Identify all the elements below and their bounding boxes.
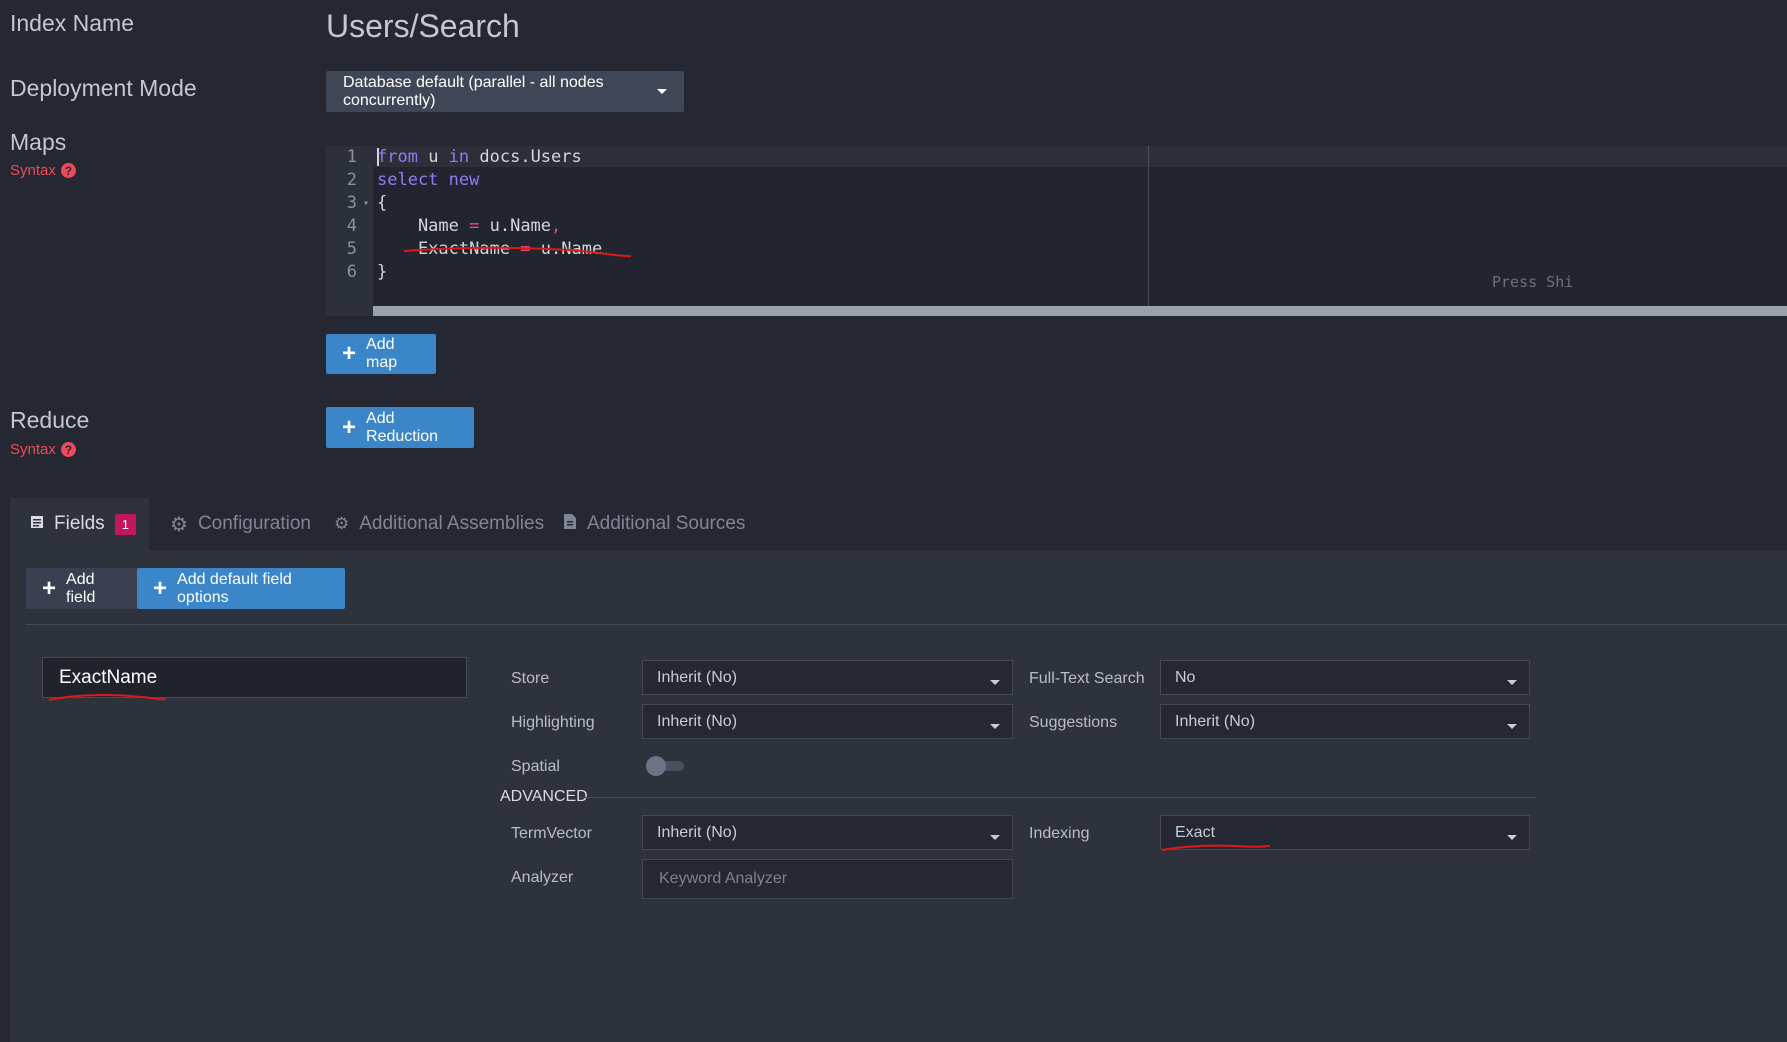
tab-additional-sources-label: Additional Sources — [587, 513, 746, 534]
code-line-6: } — [377, 262, 388, 282]
code-content: from u in docs.Users select new { Name =… — [377, 146, 602, 284]
deployment-mode-dropdown[interactable]: Database default (parallel - all nodes c… — [326, 71, 684, 112]
code-line-3: { — [377, 193, 388, 213]
plus-icon: + — [342, 340, 357, 367]
horizontal-scrollbar[interactable] — [373, 306, 1787, 316]
highlighting-value: Inherit (No) — [657, 712, 738, 730]
toggle-knob — [646, 756, 666, 776]
map-code-editor[interactable]: 1 2 3 ▾ 4 5 6 from u in docs.Users select… — [326, 146, 1787, 316]
line-number: 1 — [346, 147, 357, 167]
help-icon: ? — [60, 442, 76, 457]
divider — [26, 624, 1787, 625]
line-number: 2 — [346, 170, 357, 190]
suggestions-value: Inherit (No) — [1175, 712, 1256, 730]
reduce-label: Reduce — [10, 407, 90, 433]
caret-down-icon — [657, 89, 667, 94]
code-line-4: Name = u.Name, — [377, 216, 562, 236]
spatial-toggle[interactable] — [646, 756, 686, 776]
tab-fields[interactable]: Fields 1 — [10, 498, 149, 550]
syntax-label: Syntax — [10, 441, 56, 458]
tab-additional-assemblies-label: Additional Assemblies — [359, 513, 545, 534]
add-field-button[interactable]: + Add field — [26, 568, 137, 609]
gears-icon: ⚙ — [334, 514, 350, 533]
store-label: Store — [511, 670, 550, 687]
fields-count-badge: 1 — [114, 513, 136, 535]
line-number: 6 — [346, 262, 357, 282]
add-map-button[interactable]: + Add map — [326, 334, 436, 374]
editor-hint: Press Shi — [1492, 273, 1574, 291]
tab-additional-assemblies[interactable]: ⚙ Additional Assemblies — [334, 498, 544, 550]
store-value: Inherit (No) — [657, 668, 738, 686]
code-line-2: select new — [377, 170, 480, 190]
caret-down-icon — [990, 835, 1000, 840]
reduce-syntax-link[interactable]: Syntax ? — [10, 441, 76, 458]
store-select[interactable]: Inherit (No) — [642, 660, 1013, 695]
index-name-value: Users/Search — [326, 8, 520, 44]
line-number: 4 — [346, 216, 357, 236]
full-text-search-label: Full-Text Search — [1029, 670, 1145, 687]
advanced-section-title: ADVANCED — [500, 788, 588, 805]
caret-down-icon — [1507, 835, 1517, 840]
print-margin — [1148, 146, 1149, 306]
suggestions-select[interactable]: Inherit (No) — [1160, 704, 1530, 739]
add-map-label: Add map — [366, 336, 398, 371]
line-number: 3 — [346, 193, 357, 213]
add-reduction-button[interactable]: + Add Reduction — [326, 407, 474, 448]
tab-fields-label: Fields — [54, 513, 105, 534]
indexing-label: Indexing — [1029, 825, 1090, 842]
index-name-label: Index Name — [10, 10, 135, 36]
deployment-mode-value: Database default (parallel - all nodes c… — [343, 73, 604, 109]
plus-icon: + — [42, 574, 57, 602]
line-number: 5 — [346, 239, 357, 259]
tab-configuration[interactable]: ⚙ Configuration — [170, 498, 311, 550]
add-default-field-options-button[interactable]: + Add default field options — [137, 568, 345, 609]
suggestions-label: Suggestions — [1029, 714, 1118, 731]
add-reduction-label: Add Reduction — [366, 409, 439, 445]
help-icon: ? — [60, 163, 76, 178]
field-name-input[interactable]: ExactName — [42, 657, 467, 698]
tab-additional-sources[interactable]: Additional Sources — [563, 498, 745, 550]
list-icon — [30, 513, 44, 535]
add-default-field-options-label: Add default field options — [177, 570, 292, 606]
analyzer-label: Analyzer — [511, 869, 574, 886]
indexing-value: Exact — [1175, 823, 1216, 841]
spatial-label: Spatial — [511, 758, 560, 775]
termvector-select[interactable]: Inherit (No) — [642, 815, 1013, 850]
file-icon — [563, 513, 577, 536]
plus-icon: + — [153, 574, 168, 602]
code-line-1: from u in docs.Users — [377, 147, 582, 167]
full-text-search-select[interactable]: No — [1160, 660, 1530, 695]
tab-configuration-label: Configuration — [197, 513, 311, 534]
caret-down-icon — [990, 724, 1000, 729]
termvector-label: TermVector — [511, 825, 592, 842]
maps-syntax-link[interactable]: Syntax ? — [10, 162, 76, 179]
annotation-underline — [48, 694, 167, 701]
gear-icon: ⚙ — [170, 513, 188, 536]
termvector-value: Inherit (No) — [657, 823, 738, 841]
analyzer-placeholder: Keyword Analyzer — [659, 870, 788, 887]
analyzer-input[interactable]: Keyword Analyzer — [642, 859, 1013, 899]
advanced-divider — [580, 797, 1536, 798]
caret-down-icon — [1507, 680, 1517, 685]
annotation-underline — [403, 246, 632, 258]
highlighting-label: Highlighting — [511, 714, 595, 731]
deployment-mode-label: Deployment Mode — [10, 75, 197, 101]
caret-down-icon — [990, 680, 1000, 685]
full-text-search-value: No — [1175, 668, 1196, 686]
highlighting-select[interactable]: Inherit (No) — [642, 704, 1013, 739]
maps-label: Maps — [10, 129, 67, 155]
line-number-fold[interactable]: 3 ▾ — [326, 192, 369, 215]
editor-gutter: 1 2 3 ▾ 4 5 6 — [326, 146, 373, 316]
fold-arrow-icon[interactable]: ▾ — [363, 192, 369, 215]
syntax-label: Syntax — [10, 162, 56, 179]
annotation-underline — [1161, 844, 1271, 851]
add-field-label: Add field — [66, 570, 96, 606]
field-name-value: ExactName — [59, 666, 158, 688]
caret-down-icon — [1507, 724, 1517, 729]
plus-icon: + — [342, 413, 357, 441]
